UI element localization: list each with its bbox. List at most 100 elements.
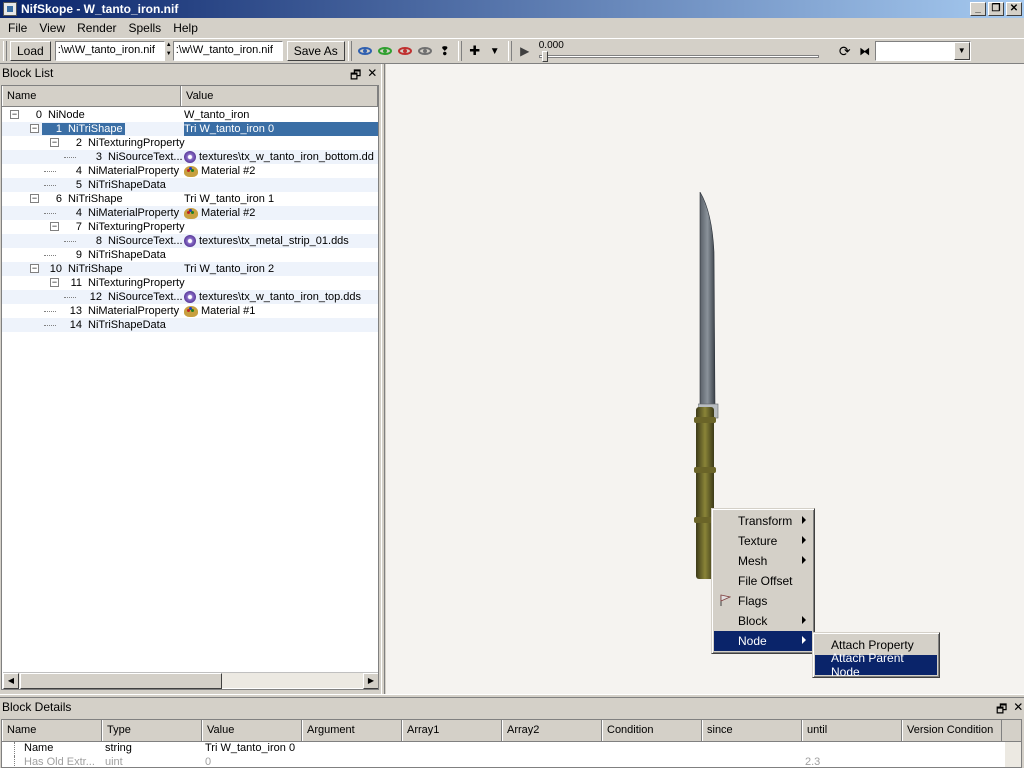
menu-item-node[interactable]: Node bbox=[714, 631, 812, 651]
value-text: textures\tx_metal_strip_01.dds bbox=[199, 235, 349, 247]
scroll-right-icon[interactable]: ▶ bbox=[363, 673, 378, 689]
menu-view[interactable]: View bbox=[33, 21, 71, 35]
save-path-field[interactable]: :\w\W_tanto_iron.nif bbox=[172, 41, 283, 61]
menu-item-transform[interactable]: Transform bbox=[714, 511, 812, 531]
view-red-eye-icon[interactable] bbox=[395, 41, 415, 61]
details-column[interactable]: Version Condition bbox=[902, 720, 1002, 741]
menu-item-block[interactable]: Block bbox=[714, 611, 812, 631]
tree-row-value: W_tanto_iron bbox=[184, 109, 249, 121]
tree-row[interactable]: − 7 NiTexturingProperty bbox=[2, 220, 378, 234]
details-row[interactable]: Name string Tri W_tanto_iron 0 bbox=[2, 742, 1021, 756]
tree-row[interactable]: − 0 NiNode W_tanto_iron bbox=[2, 108, 378, 122]
block-details-table[interactable]: Name Type Value Argument Array1 Array2 Conditi… bbox=[1, 719, 1022, 768]
view-green-eye-icon[interactable] bbox=[375, 41, 395, 61]
tree-row-label: 9 NiTriShapeData bbox=[62, 249, 168, 261]
save-as-button[interactable]: Save As bbox=[286, 41, 345, 61]
details-column[interactable]: Array1 bbox=[402, 720, 502, 741]
collapse-toggle-icon[interactable]: − bbox=[30, 194, 39, 203]
float-details-icon[interactable]: 🗗 bbox=[996, 700, 1007, 721]
tree-row[interactable]: 12 NiSourceText... textures\tx_w_tanto_iro… bbox=[2, 290, 378, 304]
block-list-tree[interactable]: Name Value − 0 NiNode W_tanto_iron − 1 NiTriSh… bbox=[1, 85, 379, 690]
play-icon[interactable]: ▶ bbox=[515, 41, 535, 61]
details-column[interactable]: Condition bbox=[602, 720, 702, 741]
time-value: 0.000 bbox=[538, 40, 564, 51]
menu-spells[interactable]: Spells bbox=[123, 21, 168, 35]
close-panel-icon[interactable]: ✕ bbox=[367, 66, 377, 87]
toolbar-grip-2[interactable] bbox=[347, 41, 352, 61]
toolbar-grip-4[interactable] bbox=[507, 41, 512, 61]
tree-row[interactable]: 13 NiMaterialProperty Material #1 bbox=[2, 304, 378, 318]
menu-item-label: Block bbox=[738, 614, 768, 628]
animation-select[interactable]: ▼ bbox=[874, 41, 971, 61]
tree-row[interactable]: 8 NiSourceText... textures\tx_metal_strip_… bbox=[2, 234, 378, 248]
details-column[interactable]: Argument bbox=[302, 720, 402, 741]
block-list-title: Block List bbox=[2, 66, 54, 80]
view-blue-eye-icon[interactable] bbox=[355, 41, 375, 61]
collapse-toggle-icon[interactable]: − bbox=[50, 222, 59, 231]
details-row[interactable]: Has Old Extr... uint 0 2.3 bbox=[2, 756, 1021, 767]
switch-animation-icon[interactable]: ⧓ bbox=[855, 41, 875, 61]
tree-row[interactable]: 4 NiMaterialProperty Material #2 bbox=[2, 206, 378, 220]
tree-row[interactable]: 9 NiTriShapeData bbox=[2, 248, 378, 262]
load-button[interactable]: Load bbox=[10, 41, 51, 61]
horizontal-scrollbar[interactable]: ◀ ▶ bbox=[3, 672, 378, 689]
vertical-splitter[interactable] bbox=[381, 64, 385, 694]
menu-item-attach-parent-node[interactable]: Attach Parent Node bbox=[815, 651, 937, 679]
tree-row[interactable]: − 2 NiTexturingProperty bbox=[2, 136, 378, 150]
details-column[interactable]: since bbox=[702, 720, 802, 741]
collapse-toggle-icon[interactable]: − bbox=[50, 278, 59, 287]
menu-render[interactable]: Render bbox=[71, 21, 122, 35]
view-gray-eye-icon[interactable] bbox=[415, 41, 435, 61]
load-path-field[interactable]: :\w\W_tanto_iron.nif bbox=[54, 41, 165, 61]
scroll-left-icon[interactable]: ◀ bbox=[3, 673, 19, 689]
tree-row[interactable]: − 6 NiTriShape Tri W_tanto_iron 1 bbox=[2, 192, 378, 206]
load-path-spinner[interactable]: ▲ ▼ bbox=[165, 41, 173, 61]
collapse-toggle-icon[interactable]: − bbox=[30, 124, 39, 133]
footprints-icon[interactable]: ❢ bbox=[435, 41, 455, 61]
details-column[interactable]: Name bbox=[2, 720, 102, 741]
tree-row-value: textures\tx_w_tanto_iron_top.dds bbox=[184, 291, 361, 303]
block-index: 10 bbox=[49, 263, 62, 275]
tree-row-value: textures\tx_metal_strip_01.dds bbox=[184, 235, 349, 247]
block-type: NiMaterialProperty bbox=[88, 305, 180, 317]
menu-file[interactable]: File bbox=[2, 21, 33, 35]
toolbar-grip[interactable] bbox=[3, 41, 7, 61]
menu-item-texture[interactable]: Texture bbox=[714, 531, 812, 551]
column-name[interactable]: Name bbox=[2, 86, 182, 106]
close-details-icon[interactable]: ✕ bbox=[1013, 700, 1023, 721]
loop-icon[interactable]: ⟳ bbox=[835, 41, 855, 61]
tree-row[interactable]: 5 NiTriShapeData bbox=[2, 178, 378, 192]
scroll-thumb[interactable] bbox=[20, 673, 222, 689]
float-panel-icon[interactable]: 🗗 bbox=[350, 66, 361, 87]
close-button[interactable]: ✕ bbox=[1006, 2, 1022, 16]
menu-help[interactable]: Help bbox=[167, 21, 204, 35]
collapse-toggle-icon[interactable]: − bbox=[30, 264, 39, 273]
details-column[interactable]: until bbox=[802, 720, 902, 741]
tree-row[interactable]: 3 NiSourceText... textures\tx_w_tanto_iron… bbox=[2, 150, 378, 164]
tree-row-label: 3 NiSourceText... bbox=[82, 151, 185, 163]
tree-row[interactable]: 4 NiMaterialProperty Material #2 bbox=[2, 164, 378, 178]
menu-item-mesh[interactable]: Mesh bbox=[714, 551, 812, 571]
details-column[interactable]: Value bbox=[202, 720, 302, 741]
collapse-toggle-icon[interactable]: − bbox=[10, 110, 19, 119]
minimize-button[interactable]: _ bbox=[970, 2, 986, 16]
details-vertical-scrollbar[interactable] bbox=[1005, 742, 1021, 767]
tree-row[interactable]: 14 NiTriShapeData bbox=[2, 318, 378, 332]
collapse-toggle-icon[interactable]: − bbox=[50, 138, 59, 147]
axes-icon[interactable]: ✚ bbox=[465, 41, 485, 61]
time-slider[interactable] bbox=[538, 51, 819, 62]
details-column[interactable]: Type bbox=[102, 720, 202, 741]
tree-row[interactable]: − 11 NiTexturingProperty bbox=[2, 276, 378, 290]
toolbar-grip-3[interactable] bbox=[457, 41, 462, 61]
column-value[interactable]: Value bbox=[181, 86, 378, 106]
view-dropdown-icon[interactable]: ▼ bbox=[485, 41, 505, 61]
chevron-down-icon[interactable]: ▼ bbox=[953, 42, 970, 60]
restore-button[interactable]: ❐ bbox=[988, 2, 1004, 16]
tree-row[interactable]: − 1 NiTriShape Tri W_tanto_iron 0 bbox=[2, 122, 378, 136]
tree-row[interactable]: − 10 NiTriShape Tri W_tanto_iron 2 bbox=[2, 262, 378, 276]
menu-item-file-offset[interactable]: File Offset bbox=[714, 571, 812, 591]
details-column[interactable]: Array2 bbox=[502, 720, 602, 741]
render-viewport[interactable]: Transform Texture Mesh File Offset Flags Bloc… bbox=[386, 64, 1024, 694]
time-slider-thumb[interactable] bbox=[541, 51, 548, 62]
menu-item-flags[interactable]: Flags bbox=[714, 591, 812, 611]
